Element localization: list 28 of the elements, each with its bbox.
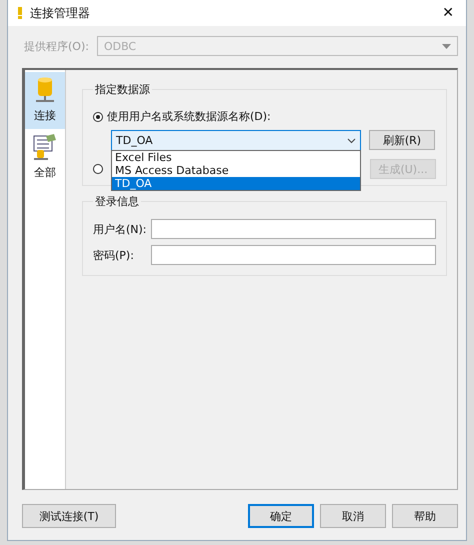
dialog-button[interactable]: 确定	[248, 504, 314, 528]
chevron-down-icon	[347, 138, 356, 144]
warning-icon	[16, 6, 24, 20]
dialog-button[interactable]: 帮助	[392, 504, 458, 528]
test-connection-button[interactable]: 测试连接(T)	[22, 504, 116, 528]
dsn-dropdown[interactable]: TD_OA	[111, 130, 361, 151]
window-title: 连接管理器	[30, 4, 91, 22]
sidebar-item[interactable]: 连接	[25, 72, 65, 129]
provider-label: 提供程序(O):	[24, 38, 89, 54]
database-icon	[34, 76, 56, 104]
dropdown-arrow-icon	[442, 44, 451, 48]
refresh-button[interactable]: 刷新(R)	[369, 130, 435, 150]
group-title: 指定数据源	[94, 82, 151, 97]
input-field[interactable]	[151, 219, 436, 239]
input-field[interactable]	[151, 245, 436, 265]
dropdown-option[interactable]: Excel Files	[112, 151, 360, 164]
dropdown-option[interactable]: TD_OA	[112, 177, 360, 190]
radio-button[interactable]	[93, 112, 103, 122]
sidebar-item[interactable]: 全部	[25, 129, 65, 186]
close-button[interactable]: ✕	[438, 5, 458, 21]
field-label: 用户名(N):	[93, 222, 148, 236]
radio-button[interactable]	[93, 164, 103, 174]
properties-icon	[32, 133, 58, 161]
group-title: 登录信息	[94, 194, 140, 209]
dropdown-option[interactable]: MS Access Database	[112, 164, 360, 177]
field-label: 密码(P):	[93, 248, 135, 262]
dialog-button[interactable]: 取消	[320, 504, 386, 528]
radio-label: 使用用户名或系统数据源名称(D):	[107, 109, 271, 124]
